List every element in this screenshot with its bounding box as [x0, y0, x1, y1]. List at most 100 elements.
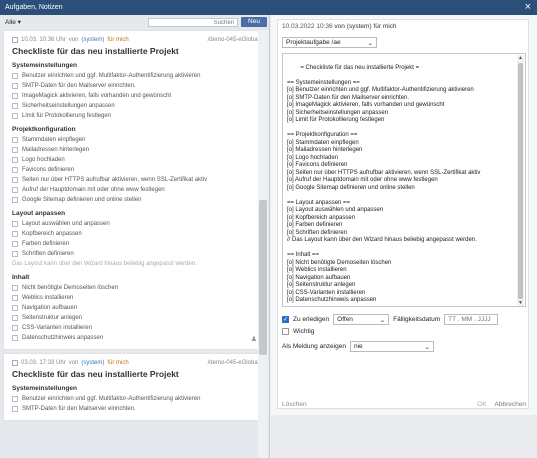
checklist-item: ImageMagick aktivieren, falls vorhanden …: [12, 91, 259, 101]
checklist-item-checkbox[interactable]: [12, 103, 18, 109]
important-row: Wichtig: [282, 328, 314, 335]
editor-bottom-area: [271, 415, 537, 458]
task-card-from-prefix: von: [68, 36, 79, 43]
checklist-item: Benutzer einrichten und ggf. Multifaktor…: [12, 71, 259, 81]
checklist-item: Nicht benötigte Demoseiten löschen: [12, 283, 259, 293]
task-list: 10.03. 10:36 Uhr von (system) für mich/demo…: [3, 30, 266, 458]
task-text[interactable]: = Checkliste für das neu installierte Pr…: [287, 65, 480, 304]
checklist-item-checkbox[interactable]: [12, 113, 18, 119]
scroll-down-icon[interactable]: ▼: [517, 300, 524, 306]
checklist-item-checkbox[interactable]: [12, 157, 18, 163]
checklist-item: SMTP-Daten für den Mailserver einrichten…: [12, 404, 259, 414]
checklist-item-checkbox[interactable]: [12, 325, 18, 331]
textarea-scrollbar[interactable]: ▲ ▼: [517, 55, 524, 306]
checklist-item-checkbox[interactable]: [12, 231, 18, 237]
textarea-scrollbar-thumb[interactable]: [518, 63, 523, 299]
checklist-item: Google Sitemap definieren und online ste…: [12, 195, 259, 205]
todo-checkbox[interactable]: ✓: [282, 316, 289, 323]
checklist-item-label: Farben definieren: [22, 241, 70, 247]
checklist-item: Aufruf der Hauptdomain mit oder ohne www…: [12, 185, 259, 195]
checklist-item-checkbox[interactable]: [12, 251, 18, 257]
checklist-item-label: Aufruf der Hauptdomain mit oder ohne www…: [22, 187, 165, 193]
list-scrollbar[interactable]: [258, 30, 268, 458]
task-editor: 10.03.2022 10:36 von (system) für mich P…: [277, 19, 529, 409]
list-scrollbar-thumb[interactable]: [259, 200, 267, 355]
checklist-item: Datenschutzhinweis anpassen: [12, 333, 259, 343]
checklist-item-label: Mailadressen hinterlegen: [22, 147, 90, 153]
show-as-message-select[interactable]: nie ⌄: [349, 341, 434, 352]
checklist-item-checkbox[interactable]: [12, 335, 18, 341]
close-icon[interactable]: ×: [525, 1, 531, 13]
checklist-item-checkbox[interactable]: [12, 177, 18, 183]
task-textarea[interactable]: = Checkliste für das neu installierte Pr…: [282, 53, 526, 307]
checklist-item-checkbox[interactable]: [12, 305, 18, 311]
task-card[interactable]: 03.03. 17:33 Uhr von (system) für mich/demo…: [3, 353, 266, 421]
chevron-down-icon: ⌄: [379, 316, 386, 324]
checklist-item-label: Layout auswählen und anpassen: [22, 221, 110, 227]
checklist-item-checkbox[interactable]: [12, 396, 18, 402]
new-button[interactable]: Neu: [241, 17, 267, 27]
checklist-item: Farben definieren: [12, 239, 259, 249]
checklist-item-checkbox[interactable]: [12, 73, 18, 79]
due-date-input[interactable]: [444, 314, 499, 325]
search-input[interactable]: [148, 18, 238, 27]
checklist-item-checkbox[interactable]: [12, 241, 18, 247]
checklist-item-label: Kopfbereich anpassen: [22, 231, 82, 237]
scroll-up-icon[interactable]: ▲: [517, 55, 524, 62]
checklist-item: Kopfbereich anpassen: [12, 229, 259, 239]
checklist-section-heading: Systemeinstellungen: [12, 62, 78, 69]
show-as-message-value: nie: [353, 343, 363, 350]
project-select[interactable]: Projektaufgabe /ae ⌄: [282, 37, 377, 48]
checklist-item-checkbox[interactable]: [12, 406, 18, 412]
task-meta: 10.03.2022 10:36 von (system) für mich: [282, 23, 397, 30]
checklist-item-checkbox[interactable]: [12, 315, 18, 321]
checklist-item-label: Navigation aufbauen: [22, 305, 78, 311]
show-as-message-row: Als Meldung anzeigen nie ⌄: [282, 341, 434, 352]
task-time: 10.03.2022 10:36: [282, 23, 333, 30]
task-from: von (system) für mich: [334, 23, 397, 30]
checklist-item-checkbox[interactable]: [12, 93, 18, 99]
checklist-note: Das Layout kann über den Wizard hinaus b…: [12, 261, 197, 267]
task-done-checkbox[interactable]: [12, 36, 18, 43]
checklist-section-heading: Layout anpassen: [12, 210, 66, 217]
checklist-item: Schriften definieren: [12, 249, 259, 259]
task-card-time: 10.03. 10:36 Uhr: [21, 36, 66, 43]
status-select[interactable]: Offen ⌄: [333, 314, 390, 325]
task-card-for: für mich: [107, 36, 129, 43]
checklist-item-label: Weblics installieren: [22, 295, 74, 301]
cancel-button[interactable]: Abbrechen: [495, 401, 526, 408]
important-checkbox[interactable]: [282, 328, 289, 335]
checklist-item-label: Favicons definieren: [22, 167, 75, 173]
task-list-pane: Alle ▾ Neu 10.03. 10:36 Uhrvon(system)fü…: [0, 15, 270, 458]
checklist-item-checkbox[interactable]: [12, 187, 18, 193]
window: Aufgaben, Notizen × Alle ▾ Neu 10.03. 10…: [0, 0, 537, 458]
checklist-item-label: Benutzer einrichten und ggf. Multifaktor…: [22, 396, 201, 402]
checklist-item-checkbox[interactable]: [12, 197, 18, 203]
checklist-item-checkbox[interactable]: [12, 295, 18, 301]
checklist-item-checkbox[interactable]: [12, 285, 18, 291]
checklist-item-checkbox[interactable]: [12, 167, 18, 173]
checklist-item-label: Seitenstruktur anlegen: [22, 315, 83, 321]
checklist-item-checkbox[interactable]: [12, 83, 18, 89]
checklist-item-checkbox[interactable]: [12, 221, 18, 227]
task-card-project: /demo-045-eGlobal: [207, 359, 259, 366]
checklist-item-checkbox[interactable]: [12, 147, 18, 153]
task-done-checkbox[interactable]: [12, 359, 18, 366]
checklist-item-label: Schriften definieren: [22, 251, 74, 257]
important-label: Wichtig: [293, 328, 315, 335]
checklist-item: SMTP-Daten für den Mailserver einrichten…: [12, 81, 259, 91]
task-card[interactable]: 10.03. 10:36 Uhr von (system) für mich/demo…: [3, 30, 266, 350]
checklist-item: Sicherheitseinstellungen anpassen: [12, 101, 259, 111]
title-bar: Aufgaben, Notizen ×: [0, 0, 537, 15]
filter-dropdown[interactable]: Alle ▾: [5, 18, 21, 26]
checklist-section-heading: Inhalt: [12, 274, 30, 281]
toolbar: Alle ▾ Neu: [0, 15, 270, 29]
task-card-project: /demo-045-eGlobal: [207, 36, 259, 43]
checklist-item-checkbox[interactable]: [12, 137, 18, 143]
ok-button[interactable]: OK: [477, 401, 486, 408]
checklist-section-heading: Systemeinstellungen: [12, 385, 78, 392]
task-card-header: 10.03. 10:36 Uhr von (system) für mich/demo…: [12, 35, 259, 44]
delete-button[interactable]: Löschen: [282, 401, 307, 408]
checklist-item: CSS-Varianten installieren: [12, 323, 259, 333]
checklist-item: Stammdaten einpflegen: [12, 135, 259, 145]
